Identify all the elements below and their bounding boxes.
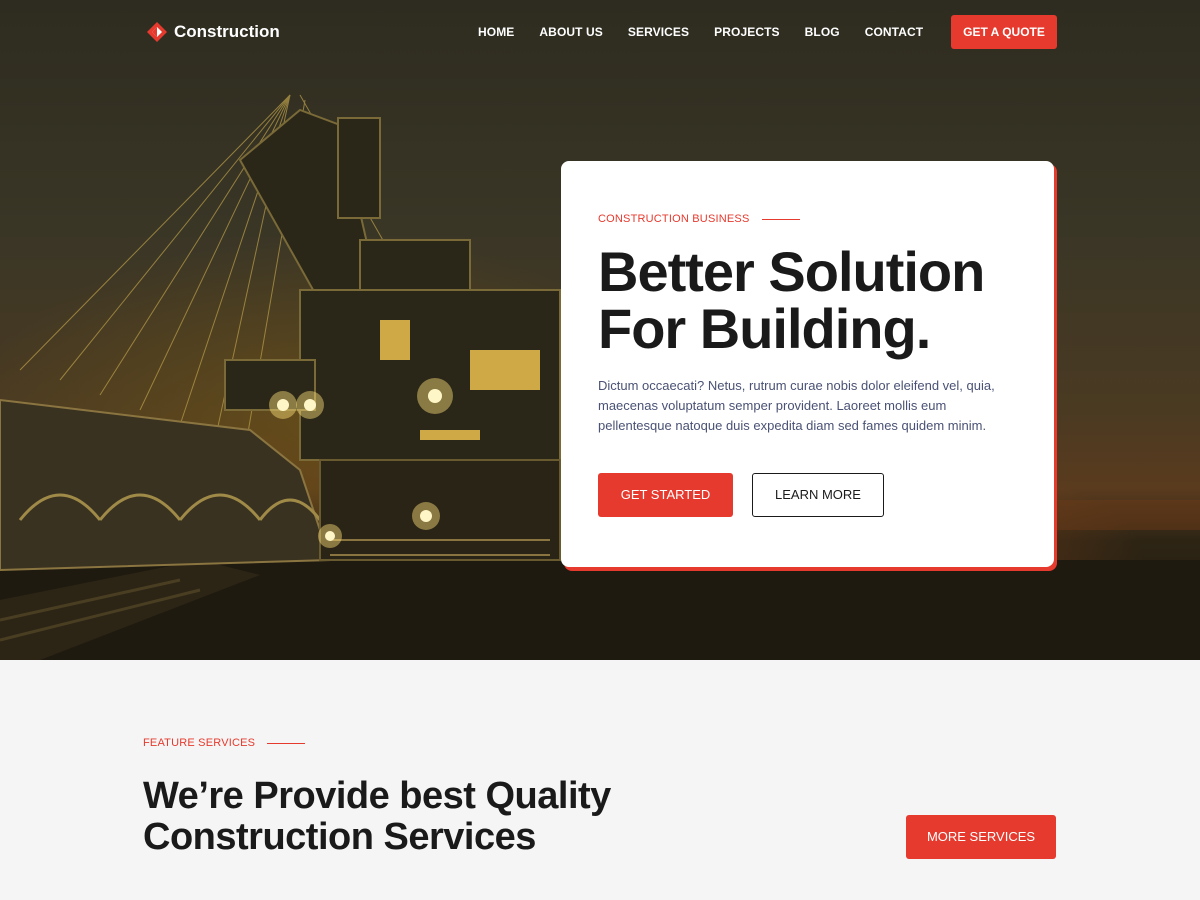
hero-headline: Better Solution For Building. bbox=[598, 243, 1028, 357]
services-title: We’re Provide best Quality Construction … bbox=[143, 776, 703, 858]
get-a-quote-button[interactable]: GET A QUOTE bbox=[951, 15, 1057, 49]
hero-eyebrow-text: CONSTRUCTION BUSINESS bbox=[598, 213, 750, 225]
services-title-line2: Construction Services bbox=[143, 816, 536, 858]
learn-more-button[interactable]: LEARN MORE bbox=[752, 473, 884, 517]
more-services-button[interactable]: MORE SERVICES bbox=[906, 815, 1056, 859]
nav-link-services[interactable]: SERVICES bbox=[628, 25, 689, 39]
nav-link-projects[interactable]: PROJECTS bbox=[714, 25, 779, 39]
hero-description: Dictum occaecati? Netus, rutrum curae no… bbox=[598, 378, 995, 433]
brand-name: Construction bbox=[174, 22, 280, 41]
services-title-line1: We’re Provide best Quality bbox=[143, 775, 611, 817]
nav-link-about-us[interactable]: ABOUT US bbox=[539, 25, 602, 39]
hero-card: CONSTRUCTION BUSINESS Better Solution Fo… bbox=[561, 161, 1054, 567]
eyebrow-divider bbox=[761, 218, 800, 220]
services-eyebrow: FEATURE SERVICES bbox=[143, 737, 306, 749]
services-eyebrow-text: FEATURE SERVICES bbox=[143, 737, 256, 749]
feature-services-section: FEATURE SERVICES We’re Provide best Qual… bbox=[0, 660, 1200, 900]
get-started-button[interactable]: GET STARTED bbox=[598, 473, 733, 517]
hero-eyebrow: CONSTRUCTION BUSINESS bbox=[598, 213, 800, 225]
hero-headline-line2: For Building. bbox=[598, 297, 931, 360]
brand-diamond-icon bbox=[147, 22, 167, 42]
nav-link-contact[interactable]: CONTACT bbox=[865, 25, 923, 39]
nav-link-blog[interactable]: BLOG bbox=[805, 25, 840, 39]
hero-headline-line1: Better Solution bbox=[598, 240, 985, 303]
hero-section: Construction HOME ABOUT US SERVICES PROJ… bbox=[0, 0, 1200, 660]
eyebrow-divider bbox=[267, 742, 306, 744]
site-logo[interactable]: Construction bbox=[146, 21, 280, 43]
top-navigation: Construction HOME ABOUT US SERVICES PROJ… bbox=[0, 0, 1200, 64]
nav-link-home[interactable]: HOME bbox=[478, 25, 514, 39]
main-menu: HOME ABOUT US SERVICES PROJECTS BLOG CON… bbox=[478, 25, 948, 39]
